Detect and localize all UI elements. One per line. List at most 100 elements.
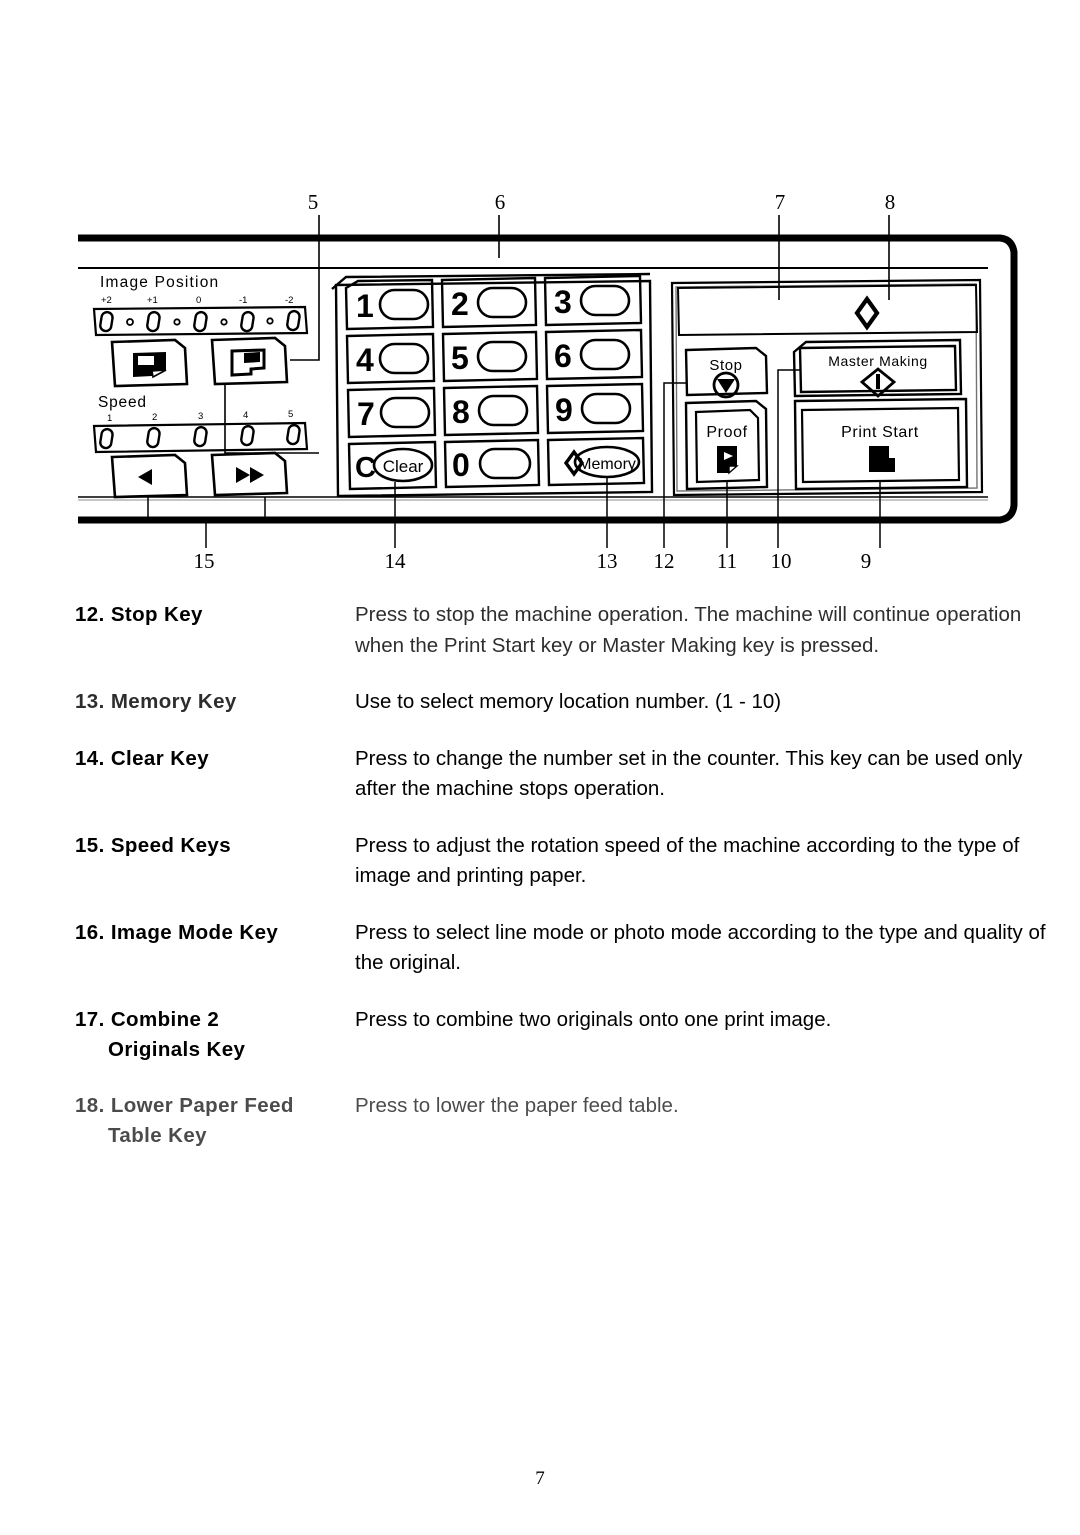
list-item: 14. Clear Key Press to change the number… bbox=[0, 744, 1080, 805]
image-position-tick-zero: 0 bbox=[196, 295, 201, 306]
entry-title: Image Mode Key bbox=[110, 920, 279, 944]
list-item: 16. Image Mode Key Press to select line … bbox=[0, 918, 1080, 979]
callout-bottom-13: 13 bbox=[597, 549, 618, 573]
entry-number: 14. bbox=[75, 746, 105, 770]
callout-bottom-12: 12 bbox=[654, 549, 675, 573]
entry-description-text: Press to change the number set in the co… bbox=[355, 746, 1023, 801]
entry-title: Clear Key bbox=[110, 746, 209, 770]
speed-key-down-icon bbox=[138, 469, 152, 485]
entry-title: Memory Key bbox=[110, 690, 237, 713]
keypad-key-9-label: 9 bbox=[555, 392, 573, 428]
display-window bbox=[676, 283, 979, 337]
keypad-key-8-label: 8 bbox=[452, 394, 470, 430]
list-item: 18. Lower Paper Feed Table Key Press to … bbox=[0, 1091, 1080, 1151]
callout-top-5: 5 bbox=[308, 190, 319, 214]
proof-key[interactable]: Proof bbox=[684, 399, 769, 491]
callout-bottom-9: 9 bbox=[861, 549, 872, 573]
print-start-key[interactable]: Print Start bbox=[793, 397, 969, 491]
entry-description-text: Press to combine two originals onto one … bbox=[355, 1007, 832, 1031]
speed-key-up-icon bbox=[236, 467, 264, 483]
image-position-tick-plus2: +2 bbox=[101, 295, 112, 306]
callout-top-8: 8 bbox=[885, 190, 896, 214]
entry-number: 17. bbox=[75, 1007, 105, 1031]
entry-title-line2: Table Key bbox=[108, 1123, 207, 1147]
keypad-row-4: C Clear 0 Memory bbox=[347, 436, 646, 491]
speed-tick-5: 5 bbox=[288, 409, 293, 420]
speed-section: Speed 1 2 3 4 5 bbox=[92, 394, 309, 454]
entry-description-text: Use to select memory location number. (1… bbox=[355, 690, 782, 713]
speed-tick-4: 4 bbox=[243, 410, 248, 421]
callout-bottom-10: 10 bbox=[771, 549, 792, 573]
image-mode-keys[interactable] bbox=[110, 336, 289, 388]
proof-key-label: Proof bbox=[706, 424, 747, 441]
entry-label-12: 12. Stop Key bbox=[0, 600, 355, 661]
image-position-tick-minus1: -1 bbox=[239, 295, 247, 306]
callout-leaders-top bbox=[318, 215, 890, 318]
entry-description-text: Press to lower the paper feed table. bbox=[355, 1093, 679, 1117]
entry-title: Speed Keys bbox=[110, 833, 232, 857]
print-start-key-label: Print Start bbox=[841, 424, 919, 441]
entry-title: Lower Paper Feed bbox=[110, 1093, 294, 1117]
image-position-title: Image Position bbox=[100, 274, 219, 291]
entry-description-text: Press to stop the machine operation. The… bbox=[355, 603, 1022, 657]
keypad-key-5-label: 5 bbox=[451, 340, 469, 376]
speed-leds bbox=[99, 423, 301, 450]
entry-title: Stop Key bbox=[110, 603, 203, 626]
speed-tick-1: 1 bbox=[107, 413, 112, 424]
keypad-key-3-label: 3 bbox=[554, 284, 572, 320]
master-making-key[interactable]: Master Making bbox=[792, 338, 963, 398]
entry-description-17: Press to combine two originals onto one … bbox=[355, 1005, 1080, 1065]
page-number: 7 bbox=[535, 1468, 545, 1489]
entry-description-16: Press to select line mode or photo mode … bbox=[355, 918, 1080, 979]
image-position-section: Image Position +2 +1 0 -1 -2 bbox=[92, 274, 309, 337]
entry-description-text: Press to adjust the rotation speed of th… bbox=[355, 833, 1020, 888]
entry-label-15: 15. Speed Keys bbox=[0, 831, 355, 892]
callout-top-7: 7 bbox=[775, 190, 786, 214]
callout-bottom-15: 15 bbox=[194, 549, 215, 573]
speed-title: Speed bbox=[98, 394, 147, 411]
entry-description-15: Press to adjust the rotation speed of th… bbox=[355, 831, 1080, 892]
entry-label-16: 16. Image Mode Key bbox=[0, 918, 355, 979]
image-mode-key-a-icon bbox=[133, 352, 167, 379]
keypad-row-2: 4 5 6 bbox=[345, 328, 644, 385]
entry-number: 13. bbox=[75, 690, 105, 713]
action-panel: Stop Master Making Proof Print Start bbox=[670, 278, 984, 497]
numeric-keypad[interactable]: 1 2 3 4 5 6 7 8 9 C Clear 0 Memory bbox=[331, 272, 654, 498]
master-making-key-label: Master Making bbox=[828, 353, 928, 369]
entry-label-17: 17. Combine 2 Originals Key bbox=[0, 1005, 355, 1065]
list-item: 17. Combine 2 Originals Key Press to com… bbox=[0, 1005, 1080, 1065]
keypad-key-4-label: 4 bbox=[356, 342, 374, 378]
print-start-icon bbox=[869, 446, 895, 472]
keypad-row-3: 7 8 9 bbox=[346, 382, 645, 439]
entry-description-14: Press to change the number set in the co… bbox=[355, 744, 1080, 805]
entry-label-14: 14. Clear Key bbox=[0, 744, 355, 805]
speed-tick-2: 2 bbox=[152, 412, 157, 423]
image-mode-key-b-icon bbox=[230, 348, 266, 377]
image-position-tick-minus2: -2 bbox=[285, 295, 293, 306]
entry-description-12: Press to stop the machine operation. The… bbox=[355, 600, 1080, 661]
callout-bottom-11: 11 bbox=[717, 549, 737, 573]
keypad-key-0-label: 0 bbox=[452, 447, 470, 483]
entry-label-18: 18. Lower Paper Feed Table Key bbox=[0, 1091, 355, 1151]
speed-keys[interactable] bbox=[110, 451, 289, 499]
stop-key[interactable]: Stop bbox=[684, 346, 769, 399]
entry-title-line2: Originals Key bbox=[108, 1037, 246, 1061]
entry-number: 15. bbox=[75, 833, 105, 857]
keypad-key-2-label: 2 bbox=[451, 286, 469, 322]
entry-title: Combine 2 bbox=[110, 1007, 220, 1031]
list-item: 13. Memory Key Use to select memory loca… bbox=[0, 687, 1080, 718]
image-position-tick-plus1: +1 bbox=[147, 295, 158, 306]
entry-label-13: 13. Memory Key bbox=[0, 687, 355, 718]
speed-key-up[interactable] bbox=[210, 451, 289, 497]
keypad-key-6-label: 6 bbox=[554, 338, 572, 374]
key-description-list: 12. Stop Key Press to stop the machine o… bbox=[0, 600, 1080, 1177]
stop-key-label: Stop bbox=[709, 357, 742, 374]
keypad-key-7-label: 7 bbox=[357, 396, 375, 432]
operation-panel-diagram: 5 6 7 8 Image Position +2 +1 0 -1 -2 Spe… bbox=[0, 0, 1080, 590]
keypad-key-1-label: 1 bbox=[356, 288, 374, 324]
list-item: 12. Stop Key Press to stop the machine o… bbox=[0, 600, 1080, 661]
entry-number: 18. bbox=[75, 1093, 105, 1117]
keypad-key-clear-label: Clear bbox=[383, 457, 424, 476]
proof-icon bbox=[717, 446, 739, 475]
display-diamond-icon bbox=[854, 295, 880, 331]
